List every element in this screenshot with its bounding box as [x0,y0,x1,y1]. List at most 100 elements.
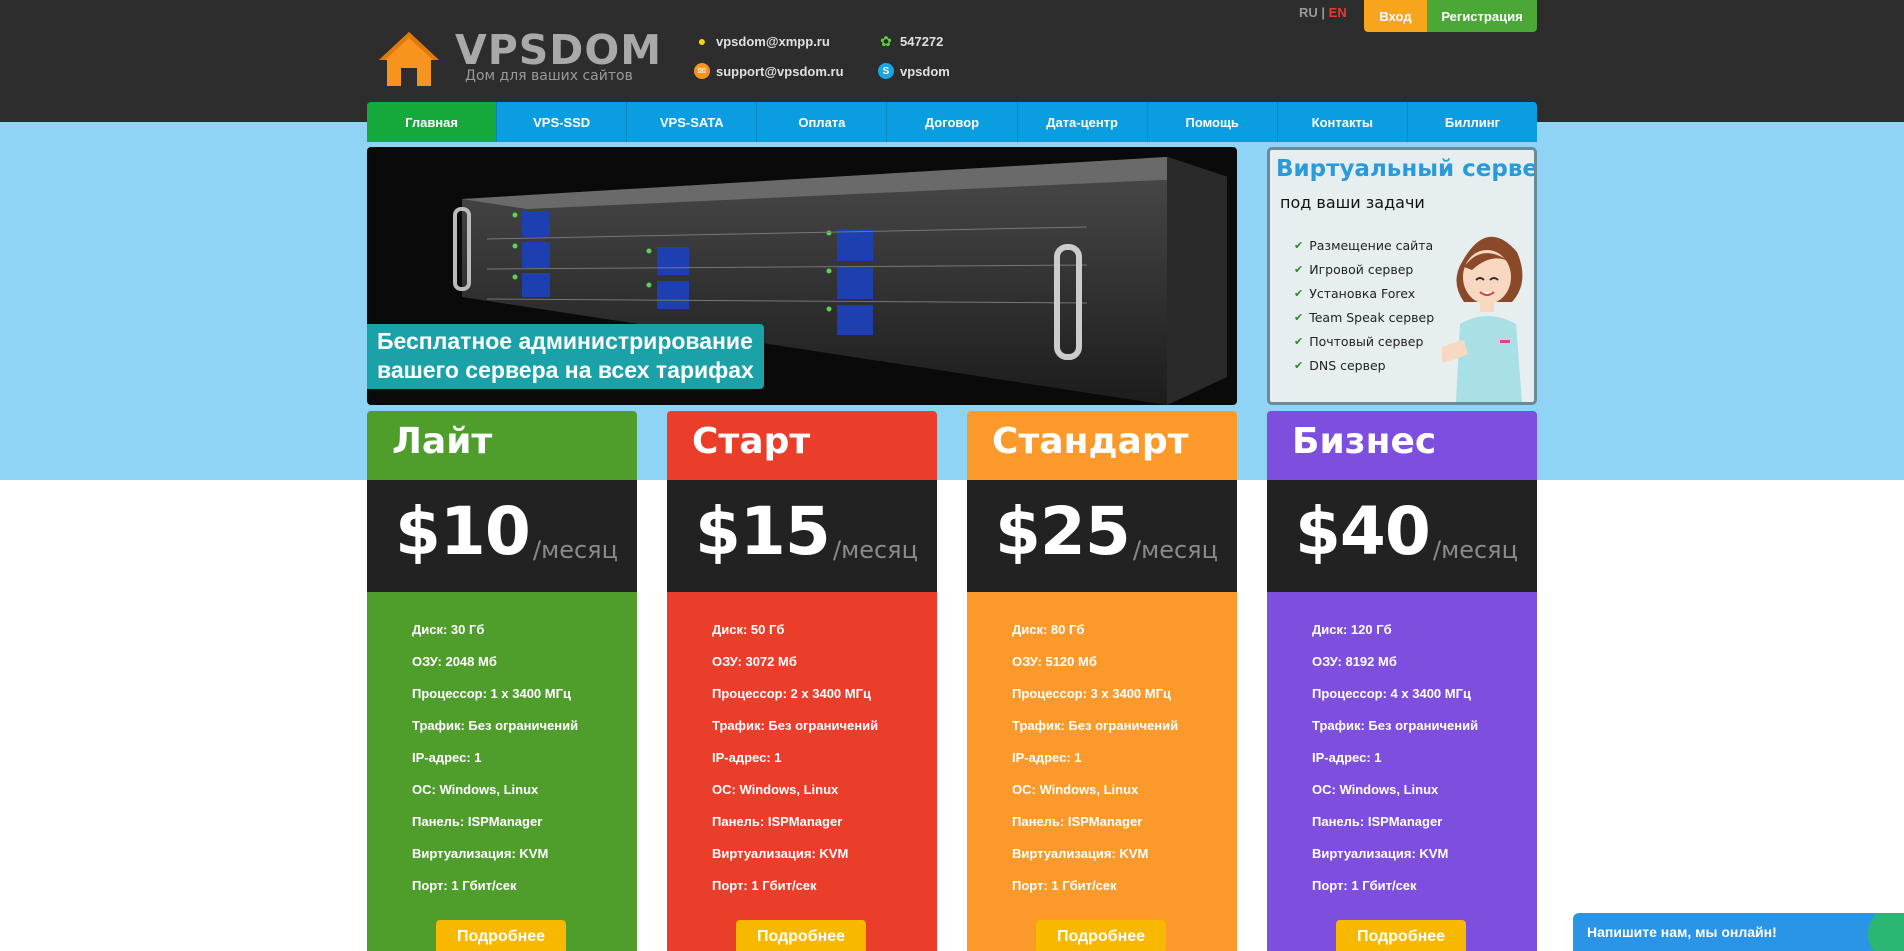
list-item: ОЗУ: 8192 Мб [1312,654,1397,669]
contact-icq-text: 547272 [900,33,944,49]
plan-period: /месяц [833,536,918,564]
list-item: Порт: 1 Гбит/сек [1312,878,1417,893]
nav-item-contacts[interactable]: Контакты [1278,102,1408,142]
check-icon: ✔ [1294,358,1304,372]
plan-period: /месяц [1133,536,1218,564]
lang-separator: | [1321,5,1326,20]
house-icon [379,32,439,86]
list-item: Диск: 50 Гб [712,622,785,637]
list-item: Порт: 1 Гбит/сек [412,878,517,893]
plan-features: Диск: 50 Гб ОЗУ: 3072 Мб Процессор: 2 x … [712,622,878,910]
ad-item-text: Игровой сервер [1309,261,1414,277]
plan-features: Диск: 30 Гб ОЗУ: 2048 Мб Процессор: 1 x … [412,622,578,910]
chat-label: Напишите нам, мы онлайн! [1587,924,1777,940]
plan-name: Стандарт [992,421,1189,462]
nav-item-home[interactable]: Главная [367,102,498,142]
check-icon: ✔ [1294,262,1304,276]
login-button[interactable]: Вход [1364,0,1427,32]
ad-item-text: Размещение сайта [1309,237,1434,253]
main-nav: Главная VPS-SSD VPS-SATA Оплата Договор … [367,102,1537,142]
contact-skype-text: vpsdom [900,63,950,79]
list-item: IP-адрес: 1 [712,750,782,765]
list-item: Виртуализация: KVM [1012,846,1149,861]
banner-caption: Бесплатное администрирование вашего серв… [367,324,764,389]
list-item: Панель: ISPManager [1312,814,1443,829]
plan-card-lite: Лайт $10 /месяц Диск: 30 Гб ОЗУ: 2048 Мб… [367,411,637,951]
plan-name: Старт [692,421,811,462]
live-chat-widget[interactable]: Напишите нам, мы онлайн! [1573,913,1904,951]
contact-xmpp[interactable]: ● vpsdom@xmpp.ru [694,33,830,49]
list-item: Трафик: Без ограничений [712,718,879,733]
list-item: Виртуализация: KVM [412,846,549,861]
plan-price-box: $25 /месяц [967,480,1237,592]
list-item: ✔ Почтовый сервер [1294,329,1434,353]
plan-price: $40 [1295,493,1431,570]
list-item: ✔ Team Speak сервер [1294,305,1434,329]
plan-period: /месяц [533,536,618,564]
plan-details-button[interactable]: Подробнее [436,920,566,951]
ad-item-text: Почтовый сервер [1309,333,1424,349]
nav-item-vps-sata[interactable]: VPS-SATA [627,102,758,142]
lightbulb-icon: ● [697,33,707,49]
plan-name: Лайт [392,421,493,462]
plan-features: Диск: 80 Гб ОЗУ: 5120 Мб Процессор: 3 x … [1012,622,1178,910]
nav-item-help[interactable]: Помощь [1148,102,1278,142]
contact-icq[interactable]: ✿ 547272 [878,33,943,49]
plan-period: /месяц [1433,536,1518,564]
list-item: Трафик: Без ограничений [1312,718,1479,733]
icq-flower-icon: ✿ [880,32,892,49]
plan-price: $25 [995,493,1131,570]
contact-email[interactable]: ✉ support@vpsdom.ru [694,63,844,79]
hero-banner[interactable]: Бесплатное администрирование вашего серв… [367,147,1237,405]
list-item: Панель: ISPManager [412,814,543,829]
list-item: ✔ Игровой сервер [1294,257,1434,281]
nav-item-payment[interactable]: Оплата [757,102,888,142]
skype-icon: S [878,63,894,79]
virtual-server-ad[interactable]: Виртуальный сервер под ваши задачи ✔ Разм… [1267,147,1537,405]
plan-card-start: Старт $15 /месяц Диск: 50 Гб ОЗУ: 3072 М… [667,411,937,951]
plan-price: $10 [395,493,531,570]
plan-card-business: Бизнес $40 /месяц Диск: 120 Гб ОЗУ: 8192… [1267,411,1537,951]
list-item: ОС: Windows, Linux [1012,782,1139,797]
plan-price: $15 [695,493,831,570]
list-item: Диск: 80 Гб [1012,622,1085,637]
list-item: ✔ Размещение сайта [1294,233,1434,257]
register-button[interactable]: Регистрация [1427,0,1537,32]
nav-item-contract[interactable]: Договор [887,102,1018,142]
list-item: ОЗУ: 3072 Мб [712,654,797,669]
list-item: ОС: Windows, Linux [412,782,539,797]
list-item: Процессор: 4 x 3400 МГц [1312,686,1471,701]
language-switcher: RU | EN [1299,5,1347,20]
list-item: Процессор: 1 x 3400 МГц [412,686,571,701]
list-item: ОЗУ: 2048 Мб [412,654,497,669]
logo-title: VPSDOM [455,26,662,74]
nav-item-billing[interactable]: Биллинг [1408,102,1537,142]
plan-name: Бизнес [1292,421,1437,462]
nav-item-datacenter[interactable]: Дата-центр [1018,102,1148,142]
list-item: ОЗУ: 5120 Мб [1012,654,1097,669]
list-item: Процессор: 2 x 3400 МГц [712,686,871,701]
ad-item-text: Team Speak сервер [1309,309,1435,325]
check-icon: ✔ [1294,334,1304,348]
nav-item-vps-ssd[interactable]: VPS-SSD [497,102,628,142]
lang-en[interactable]: EN [1329,5,1347,20]
plan-details-button[interactable]: Подробнее [1336,920,1466,951]
list-item: ✔ Установка Forex [1294,281,1434,305]
plan-price-box: $40 /месяц [1267,480,1537,592]
plan-price-box: $15 /месяц [667,480,937,592]
plan-details-button[interactable]: Подробнее [736,920,866,951]
contact-email-text: support@vpsdom.ru [716,63,844,79]
ad-item-text: DNS сервер [1309,357,1386,373]
page-container: VPSDOM Дом для ваших сайтов ● vpsdom@xmp… [367,0,1537,951]
banner-caption-line1: Бесплатное администрирование [377,328,753,354]
logo[interactable]: VPSDOM Дом для ваших сайтов [377,26,661,88]
plan-details-button[interactable]: Подробнее [1036,920,1166,951]
plan-price-box: $10 /месяц [367,480,637,592]
ad-feature-list: ✔ Размещение сайта ✔ Игровой сервер ✔ Устан… [1294,233,1434,377]
list-item: Диск: 120 Гб [1312,622,1392,637]
contact-skype[interactable]: S vpsdom [878,63,950,79]
list-item: IP-адрес: 1 [412,750,482,765]
chat-status-icon [1868,913,1904,951]
lang-ru[interactable]: RU [1299,5,1318,20]
list-item: IP-адрес: 1 [1012,750,1082,765]
